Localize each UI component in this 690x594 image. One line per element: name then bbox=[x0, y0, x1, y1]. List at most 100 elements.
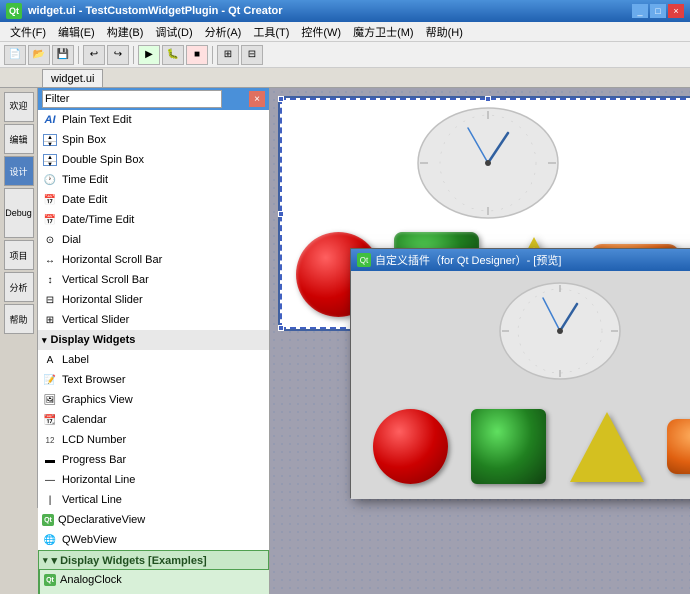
sidebar-item-analogclock[interactable]: Qt AnalogClock bbox=[38, 570, 269, 590]
toolbar-redo[interactable]: ↪ bbox=[107, 45, 129, 65]
sidebar-item-plain-text-edit[interactable]: AI Plain Text Edit bbox=[38, 110, 269, 130]
tab-widget-ui-label[interactable]: widget.ui bbox=[42, 69, 103, 87]
handle-tl bbox=[278, 96, 284, 102]
h-scroll-bar-icon: ↔ bbox=[42, 252, 58, 268]
preview-title-bar: Qt 自定义插件（for Qt Designer）- [预览] _ □ × bbox=[351, 249, 690, 271]
preview-triangle-wrapper bbox=[570, 412, 644, 482]
panel-welcome[interactable]: 欢迎 bbox=[4, 92, 34, 122]
toolbar-save[interactable]: 💾 bbox=[52, 45, 74, 65]
menu-magic[interactable]: 魔方卫士(M) bbox=[347, 22, 420, 41]
panel-help[interactable]: 帮助 bbox=[4, 304, 34, 334]
toolbar-run[interactable]: ▶ bbox=[138, 45, 160, 65]
title-bar: Qt widget.ui - TestCustomWidgetPlugin - … bbox=[0, 0, 690, 22]
preview-title-text: 自定义插件（for Qt Designer）- [预览] bbox=[375, 252, 561, 268]
double-spin-box-icon: ▲ ▼ bbox=[42, 152, 58, 168]
toolbar-separator-3 bbox=[212, 46, 213, 64]
preview-shape-triangle bbox=[570, 412, 644, 482]
tab-widget-ui[interactable]: widget.ui bbox=[42, 69, 105, 87]
sidebar-item-vertical-line[interactable]: | Vertical Line bbox=[38, 490, 269, 510]
menu-edit[interactable]: 编辑(E) bbox=[52, 22, 101, 41]
menu-debug[interactable]: 调试(D) bbox=[149, 22, 198, 41]
app-icon: Qt bbox=[6, 3, 22, 19]
h-slider-icon: ⊟ bbox=[42, 292, 58, 308]
sidebar-item-dial[interactable]: ⊙ Dial bbox=[38, 230, 269, 250]
sidebar-item-qwebview[interactable]: 🌐 QWebView bbox=[38, 530, 269, 550]
filter-close-button[interactable]: × bbox=[249, 91, 265, 107]
toolbar-grid[interactable]: ⊟ bbox=[241, 45, 263, 65]
panel-edit[interactable]: 编辑 bbox=[4, 124, 34, 154]
sidebar-item-time-edit[interactable]: 🕐 Time Edit bbox=[38, 170, 269, 190]
sidebar-item-v-slider[interactable]: ⊞ Vertical Slider bbox=[38, 310, 269, 330]
analog-clock-widget-main bbox=[413, 103, 563, 223]
toolbar-stop[interactable]: ■ bbox=[186, 45, 208, 65]
panel-design[interactable]: 设计 bbox=[4, 156, 34, 186]
sidebar-item-lcd-number[interactable]: 12 LCD Number bbox=[38, 430, 269, 450]
widget-sidebar: × AI Plain Text Edit ▲ ▼ Spin Box bbox=[38, 88, 270, 594]
qwebview-icon: 🌐 bbox=[42, 532, 58, 548]
panel-analyze[interactable]: 分析 bbox=[4, 272, 34, 302]
preview-shape-square bbox=[471, 409, 546, 484]
v-slider-icon: ⊞ bbox=[42, 312, 58, 328]
sidebar-item-qdeclarativeview[interactable]: Qt QDeclarativeView bbox=[38, 510, 269, 530]
progress-bar-icon: ▬ bbox=[42, 452, 58, 468]
menu-tools[interactable]: 工具(T) bbox=[247, 22, 295, 41]
sidebar-item-v-scroll-bar[interactable]: ↕ Vertical Scroll Bar bbox=[38, 270, 269, 290]
sidebar-item-horizontal-line[interactable]: — Horizontal Line bbox=[38, 470, 269, 490]
menu-bar: 文件(F) 编辑(E) 构建(B) 调试(D) 分析(A) 工具(T) 控件(W… bbox=[0, 22, 690, 42]
handle-tm bbox=[485, 96, 491, 102]
calendar-icon: 📆 bbox=[42, 412, 58, 428]
sidebar-item-led-widgets[interactable]: ● Led Widgets bbox=[38, 590, 269, 594]
sidebar-header: × bbox=[38, 88, 269, 110]
menu-file[interactable]: 文件(F) bbox=[4, 22, 52, 41]
analogclock-icon: Qt bbox=[44, 574, 56, 586]
toolbar-separator-1 bbox=[78, 46, 79, 64]
toolbar-open[interactable]: 📂 bbox=[28, 45, 50, 65]
section-display-widgets[interactable]: Display Widgets bbox=[38, 330, 269, 350]
plain-text-edit-icon: AI bbox=[42, 112, 58, 128]
menu-help[interactable]: 帮助(H) bbox=[420, 22, 469, 41]
panel-debug[interactable]: Debug bbox=[4, 188, 34, 238]
qdeclarativeview-icon: Qt bbox=[42, 514, 54, 526]
sidebar-item-datetime-edit[interactable]: 📅 Date/Time Edit bbox=[38, 210, 269, 230]
sidebar-item-text-browser[interactable]: 📝 Text Browser bbox=[38, 370, 269, 390]
time-edit-icon: 🕐 bbox=[42, 172, 58, 188]
toolbar-undo[interactable]: ↩ bbox=[83, 45, 105, 65]
sidebar-item-date-edit[interactable]: 📅 Date Edit bbox=[38, 190, 269, 210]
main-toolbar: 📄 📂 💾 ↩ ↪ ▶ 🐛 ■ ⊞ ⊟ bbox=[0, 42, 690, 68]
filter-input[interactable] bbox=[42, 90, 222, 108]
sidebar-item-h-slider[interactable]: ⊟ Horizontal Slider bbox=[38, 290, 269, 310]
panel-project[interactable]: 项目 bbox=[4, 240, 34, 270]
section-display-widgets-examples[interactable]: ▾ Display Widgets [Examples] bbox=[38, 550, 269, 570]
datetime-edit-icon: 📅 bbox=[42, 212, 58, 228]
sidebar-item-label[interactable]: A Label bbox=[38, 350, 269, 370]
dial-icon: ⊙ bbox=[42, 232, 58, 248]
menu-analyze[interactable]: 分析(A) bbox=[199, 22, 248, 41]
label-icon: A bbox=[42, 352, 58, 368]
vertical-line-icon: | bbox=[42, 492, 58, 508]
toolbar-align[interactable]: ⊞ bbox=[217, 45, 239, 65]
clock-svg bbox=[413, 103, 563, 223]
sidebar-item-calendar[interactable]: 📆 Calendar bbox=[38, 410, 269, 430]
sidebar-item-progress-bar[interactable]: ▬ Progress Bar bbox=[38, 450, 269, 470]
canvas-area: Qt 自定义插件（for Qt Designer）- [预览] _ □ × bbox=[270, 88, 690, 594]
window-title: widget.ui - TestCustomWidgetPlugin - Qt … bbox=[28, 5, 283, 17]
toolbar-debug-run[interactable]: 🐛 bbox=[162, 45, 184, 65]
menu-build[interactable]: 构建(B) bbox=[101, 22, 150, 41]
graphics-view-icon: 🖼 bbox=[42, 392, 58, 408]
minimize-button[interactable]: _ bbox=[632, 4, 648, 18]
preview-shapes-row bbox=[351, 399, 690, 494]
toolbar-new[interactable]: 📄 bbox=[4, 45, 26, 65]
sidebar-item-spin-box[interactable]: ▲ ▼ Spin Box bbox=[38, 130, 269, 150]
spin-box-icon: ▲ ▼ bbox=[42, 132, 58, 148]
preview-window[interactable]: Qt 自定义插件（for Qt Designer）- [预览] _ □ × bbox=[350, 248, 690, 498]
sidebar-item-double-spin-box[interactable]: ▲ ▼ Double Spin Box bbox=[38, 150, 269, 170]
sidebar-item-graphics-view[interactable]: 🖼 Graphics View bbox=[38, 390, 269, 410]
window-controls[interactable]: _ □ × bbox=[632, 4, 684, 18]
preview-content bbox=[351, 271, 690, 499]
sidebar-item-h-scroll-bar[interactable]: ↔ Horizontal Scroll Bar bbox=[38, 250, 269, 270]
lcd-number-icon: 12 bbox=[42, 432, 58, 448]
horizontal-line-icon: — bbox=[42, 472, 58, 488]
close-button[interactable]: × bbox=[668, 4, 684, 18]
menu-widgets[interactable]: 控件(W) bbox=[295, 22, 347, 41]
maximize-button[interactable]: □ bbox=[650, 4, 666, 18]
